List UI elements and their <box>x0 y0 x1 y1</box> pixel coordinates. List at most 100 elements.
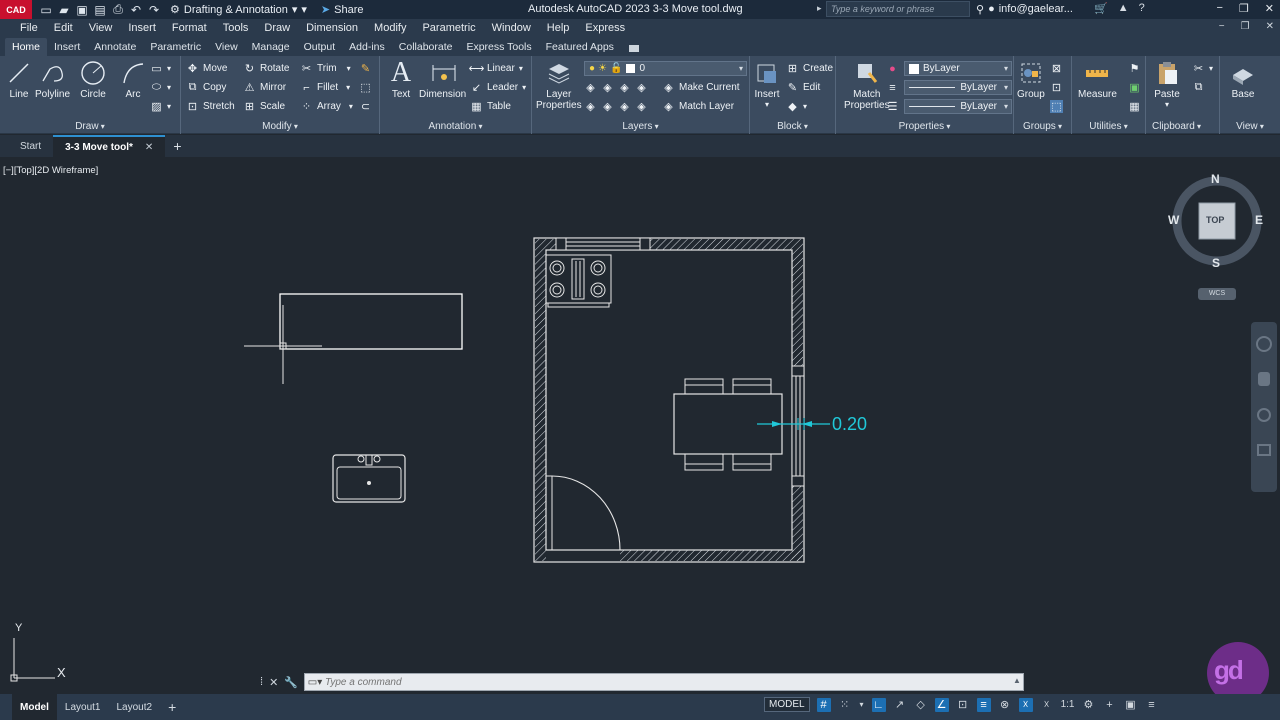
menu-help[interactable]: Help <box>539 22 578 34</box>
edit-block-button[interactable]: ✎ Edit <box>786 81 820 94</box>
zoom-icon[interactable] <box>1257 408 1271 422</box>
drawing-canvas[interactable]: [−][Top][2D Wireframe] <box>0 157 1280 690</box>
linear-button[interactable]: ⟷ Linear ▾ <box>469 62 523 75</box>
tab-annotate[interactable]: Annotate <box>87 38 143 56</box>
layer-tools-row-1[interactable]: ◈ ◈ ◈ ◈ <box>584 81 648 94</box>
plus-icon[interactable]: + <box>1102 698 1116 712</box>
search-expand-icon[interactable]: ▸ <box>817 3 822 14</box>
color-wheel-icon[interactable]: ● <box>886 62 899 75</box>
create-block-button[interactable]: ⊞ Create <box>786 62 833 75</box>
command-expand-icon[interactable]: ▲ <box>1013 676 1021 685</box>
rectangle-button[interactable]: ▭ ▾ <box>150 62 171 75</box>
new-tab-button[interactable]: + <box>165 138 189 154</box>
tab-addins[interactable]: Add-ins <box>342 38 392 56</box>
menu-dimension[interactable]: Dimension <box>298 22 366 34</box>
line-button[interactable]: Line <box>6 60 32 100</box>
command-input[interactable] <box>325 676 1023 688</box>
mirror-button[interactable]: ⚠ Mirror <box>243 81 287 94</box>
autocad-logo-button[interactable]: CAD <box>0 0 32 19</box>
copy-button[interactable]: ⧉ Copy <box>186 81 227 94</box>
calculator-button[interactable]: ▦ <box>1128 100 1141 113</box>
move-button[interactable]: ✥ Move <box>186 62 228 75</box>
menu-draw[interactable]: Draw <box>256 22 298 34</box>
panel-title-modify[interactable]: Modify <box>181 121 379 132</box>
base-button[interactable]: Base <box>1230 60 1256 100</box>
scale-button[interactable]: ⊞ Scale <box>243 100 285 113</box>
block-attribute-button[interactable]: ◆ ▾ <box>786 100 807 113</box>
offset-button[interactable]: ⊂ <box>359 100 372 113</box>
make-current-button[interactable]: ◈ Make Current <box>662 81 739 94</box>
select-all-button[interactable]: ▣ <box>1128 81 1141 94</box>
qat-dropdown-icon[interactable]: ▾ <box>301 3 307 16</box>
add-layout-button[interactable]: + <box>160 694 184 720</box>
explode-button[interactable]: ⬚ <box>359 81 372 94</box>
save-icon[interactable]: ▣ <box>76 3 88 17</box>
tab-view[interactable]: View <box>208 38 245 56</box>
compass-north[interactable]: N <box>1211 172 1220 186</box>
panel-title-view[interactable]: View <box>1220 121 1280 132</box>
minimize-icon[interactable]: − <box>1216 2 1222 15</box>
polar-icon[interactable]: ↗ <box>893 698 907 712</box>
search-input[interactable]: Type a keyword or phrase <box>826 1 970 17</box>
menu-edit[interactable]: Edit <box>46 22 81 34</box>
object-snap-tracking-icon[interactable]: ∠ <box>934 697 949 712</box>
ungroup-button[interactable]: ⊠ <box>1050 62 1063 75</box>
lineweight-dropdown[interactable]: ByLayer <box>904 80 1012 95</box>
pan-icon[interactable] <box>1258 372 1270 386</box>
cut-button[interactable]: ✂ ▾ <box>1192 62 1213 75</box>
tab-parametric[interactable]: Parametric <box>143 38 208 56</box>
command-line[interactable]: ▭▾ <box>304 673 1024 691</box>
panel-title-utilities[interactable]: Utilities <box>1072 121 1145 132</box>
drawing-close-icon[interactable]: ✕ <box>1266 21 1274 32</box>
layer-properties-button[interactable]: Layer Properties <box>536 60 582 111</box>
units-icon[interactable]: ▣ <box>1123 698 1137 712</box>
panel-title-layers[interactable]: Layers <box>532 121 749 132</box>
panel-title-properties[interactable]: Properties <box>836 121 1013 132</box>
settings-gear-icon[interactable]: ⚙ <box>1081 698 1095 712</box>
menu-insert[interactable]: Insert <box>120 22 164 34</box>
tab-home[interactable]: Home <box>5 38 48 56</box>
autodesk-a-icon[interactable]: ▲ <box>1118 2 1129 15</box>
panel-title-block[interactable]: Block <box>750 121 835 132</box>
object-snap-icon[interactable]: ⊡ <box>956 698 970 712</box>
tab-layout2[interactable]: Layout2 <box>108 694 160 720</box>
menu-format[interactable]: Format <box>164 22 215 34</box>
panel-title-groups[interactable]: Groups <box>1014 121 1071 132</box>
snap-icon[interactable]: ⁙ <box>838 698 852 712</box>
panel-title-clipboard[interactable]: Clipboard <box>1146 121 1219 132</box>
fillet-button[interactable]: ⌐ Fillet ▾ <box>300 81 350 94</box>
drawing-restore-icon[interactable]: ❐ <box>1241 21 1250 32</box>
help-icon[interactable]: ? <box>1139 2 1145 15</box>
group-select-button[interactable]: ⬚ <box>1050 100 1063 113</box>
tab-manage[interactable]: Manage <box>245 38 297 56</box>
drawing-minimize-icon[interactable]: − <box>1219 21 1225 32</box>
grid-icon[interactable]: # <box>816 697 831 712</box>
group-edit-button[interactable]: ⊡ <box>1050 81 1063 94</box>
annotation-visibility-icon[interactable]: ☓ <box>1018 697 1033 712</box>
saveas-icon[interactable]: ▤ <box>94 3 106 17</box>
viewcube-top-face[interactable]: TOP <box>1206 215 1224 225</box>
menu-modify[interactable]: Modify <box>366 22 414 34</box>
text-button[interactable]: A Text <box>388 57 414 100</box>
compass-west[interactable]: W <box>1168 213 1179 227</box>
match-layer-button[interactable]: ◈ Match Layer <box>662 100 734 113</box>
menu-window[interactable]: Window <box>484 22 539 34</box>
close-command-icon[interactable]: ✕ <box>269 676 278 689</box>
restore-icon[interactable]: ❐ <box>1239 2 1249 15</box>
linetype-dropdown[interactable]: ByLayer <box>904 99 1012 114</box>
measure-button[interactable]: Measure <box>1078 60 1117 100</box>
menu-parametric[interactable]: Parametric <box>414 22 483 34</box>
tab-collaborate[interactable]: Collaborate <box>392 38 460 56</box>
close-tab-icon[interactable]: ✕ <box>145 142 153 153</box>
print-icon[interactable]: ⎙ <box>112 2 124 17</box>
layer-tools-row-2[interactable]: ◈ ◈ ◈ ◈ <box>584 100 648 113</box>
panel-title-annotation[interactable]: Annotation <box>380 121 531 132</box>
table-button[interactable]: ▦ Table <box>470 100 511 113</box>
ribbon-minimize-toggle[interactable] <box>628 45 639 52</box>
insert-button[interactable]: Insert ▾ <box>754 60 780 109</box>
menu-tools[interactable]: Tools <box>215 22 257 34</box>
customize-icon[interactable]: ≡ <box>1144 698 1158 712</box>
selection-cycling-icon[interactable]: ⊗ <box>998 698 1012 712</box>
polyline-button[interactable]: Polyline <box>35 60 70 100</box>
ortho-icon[interactable]: ∟ <box>871 697 886 712</box>
